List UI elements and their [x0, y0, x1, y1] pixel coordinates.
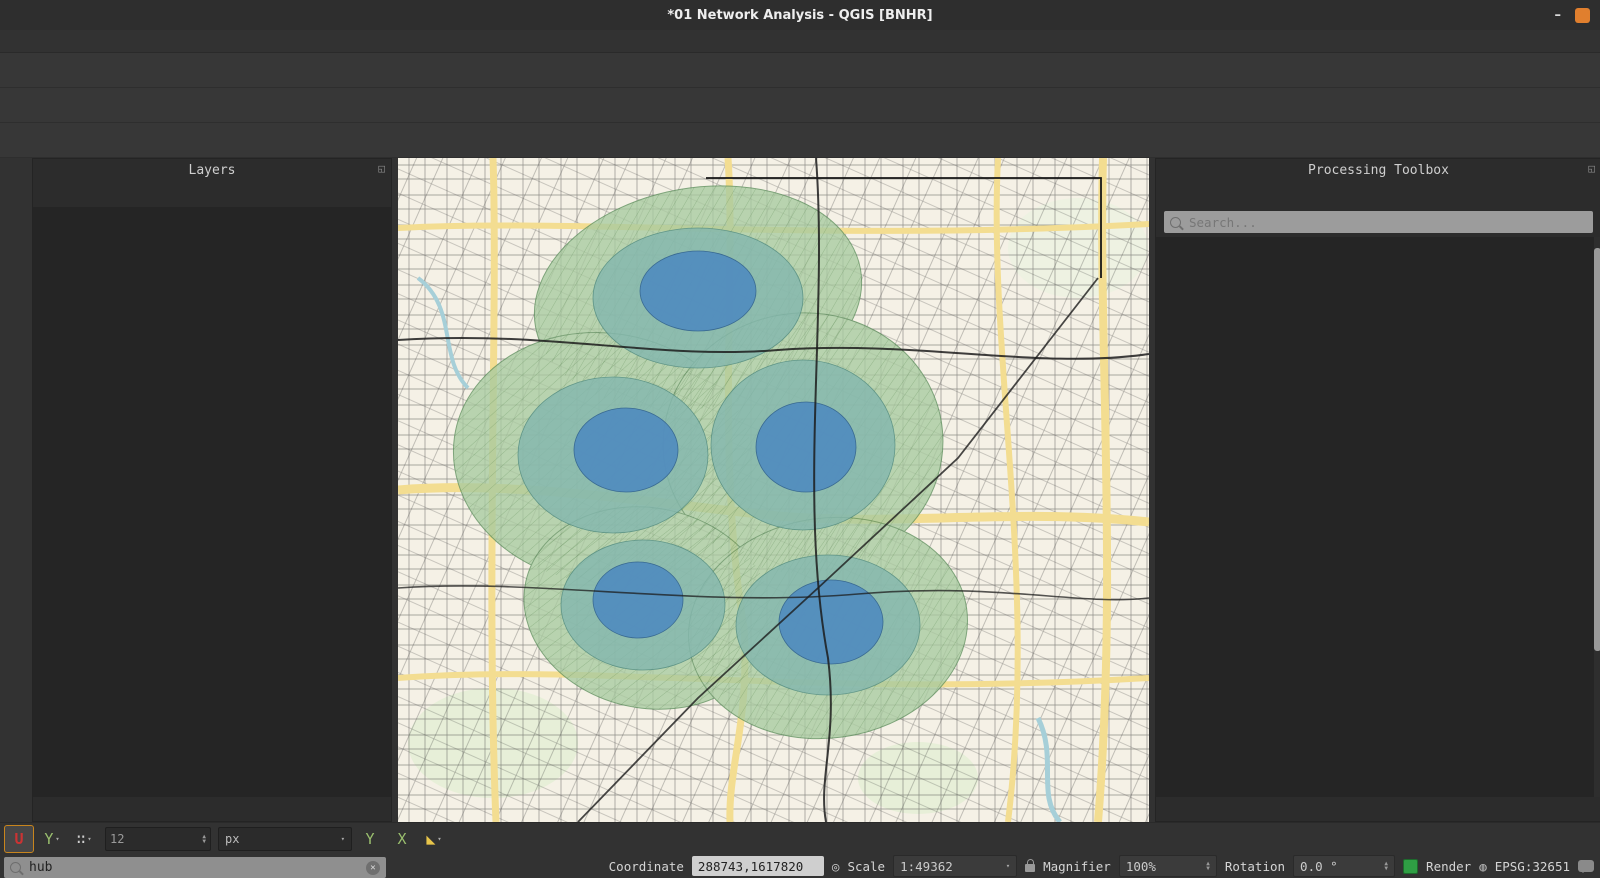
render-checkbox[interactable]: [1403, 859, 1418, 874]
snap-mode-button[interactable]: ∷▾: [70, 826, 98, 852]
minimize-button[interactable]: –: [1555, 8, 1562, 23]
toolbar-row-1: [0, 53, 1600, 88]
scale-label: Scale: [847, 859, 885, 874]
window-title: *01 Network Analysis - QGIS [BNHR]: [667, 8, 932, 23]
crs-status: EPSG:32651: [1495, 859, 1570, 874]
map-graphic: [398, 158, 1149, 822]
processing-panel-title: Processing Toolbox: [1308, 163, 1449, 178]
toolbar-row-2: [0, 88, 1600, 123]
title-bar: *01 Network Analysis - QGIS [BNHR] –: [0, 0, 1600, 30]
locator-bar[interactable]: ✕: [4, 857, 386, 878]
scale-select[interactable]: 1:49362▾: [893, 855, 1017, 877]
avoid-overlap-button[interactable]: ◣▾: [420, 826, 448, 852]
rotation-label: Rotation: [1225, 859, 1285, 874]
magnifier-spinner[interactable]: 100%▲▼: [1119, 855, 1217, 877]
magnifier-label: Magnifier: [1043, 859, 1111, 874]
snap-vertex-button[interactable]: Y▾: [38, 826, 66, 852]
lock-scale-icon[interactable]: [1025, 864, 1035, 872]
processing-toolbox-panel: Processing Toolbox ◱: [1155, 158, 1600, 822]
mouse-position-icon[interactable]: ◎: [832, 859, 840, 874]
snap-intersection-button[interactable]: X: [388, 826, 416, 852]
processing-toolbar: [1156, 181, 1600, 207]
snapping-toggle-button[interactable]: U: [4, 825, 34, 853]
topological-editing-button[interactable]: Y: [356, 826, 384, 852]
locator-input[interactable]: [27, 859, 360, 876]
layers-float-icon[interactable]: ◱: [378, 162, 385, 175]
locator-clear-icon[interactable]: ✕: [366, 861, 380, 875]
left-dock-tabs: [33, 797, 391, 821]
crs-globe-icon: ◍: [1479, 859, 1487, 874]
qgis-window: *01 Network Analysis - QGIS [BNHR] – Lay…: [0, 0, 1600, 878]
render-label: Render: [1426, 859, 1471, 874]
layers-panel: Layers ◱: [32, 158, 392, 822]
search-icon: [1170, 217, 1181, 228]
toolbar-row-3: [0, 123, 1600, 158]
layers-tree: [33, 207, 391, 797]
processing-scrollbar[interactable]: [1594, 237, 1600, 797]
close-button[interactable]: [1575, 8, 1590, 23]
map-canvas[interactable]: [398, 158, 1149, 822]
snap-units-select[interactable]: px▾: [218, 827, 352, 851]
snapping-toolbar: U Y▾ ∷▾ 12▲▼ px▾ Y X ◣▾: [4, 825, 448, 853]
processing-search[interactable]: [1164, 211, 1593, 233]
rotation-spinner[interactable]: 0.0 °▲▼: [1293, 855, 1395, 877]
status-bar: U Y▾ ∷▾ 12▲▼ px▾ Y X ◣▾ ✕ Coordinate 288…: [0, 822, 1600, 878]
processing-search-input[interactable]: [1187, 214, 1587, 231]
coordinate-field[interactable]: 288743,1617820: [692, 856, 824, 876]
layers-panel-title: Layers: [189, 163, 236, 178]
snap-tolerance-spinner[interactable]: 12▲▼: [105, 827, 211, 851]
processing-float-icon[interactable]: ◱: [1588, 162, 1595, 175]
processing-tree: [1156, 237, 1600, 797]
locator-search-icon: [10, 862, 21, 873]
menu-bar: [0, 30, 1600, 53]
coordinate-label: Coordinate: [609, 859, 684, 874]
layers-panel-toolbar: [33, 181, 391, 207]
right-dock-tabs: [1156, 797, 1600, 821]
data-source-toolbar: [0, 158, 32, 822]
messages-icon[interactable]: [1578, 860, 1594, 872]
